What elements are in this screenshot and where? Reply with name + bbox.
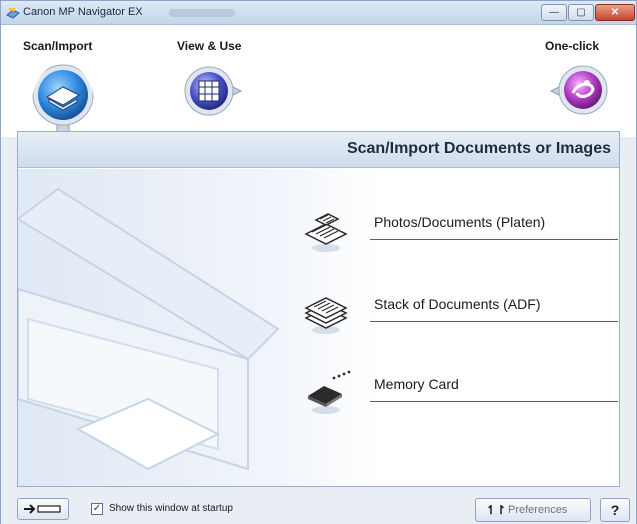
action-stack-of-documents-adf[interactable]: Stack of Documents (ADF) — [298, 284, 618, 334]
action-platen-label: Photos/Documents (Platen) — [374, 214, 546, 230]
title-bar[interactable]: Canon MP Navigator EX — ▢ ✕ — [1, 1, 636, 25]
action-photos-documents-platen[interactable]: Photos/Documents (Platen) — [298, 202, 618, 252]
one-click-icon[interactable] — [547, 63, 609, 117]
scanner-illustration — [18, 187, 280, 471]
adf-stack-icon — [304, 297, 348, 334]
platen-documents-icon — [304, 213, 348, 252]
close-button[interactable]: ✕ — [595, 4, 635, 21]
switch-mode-button[interactable] — [17, 498, 69, 520]
action-underline — [370, 321, 618, 322]
panel-title: Scan/Import Documents or Images — [346, 140, 611, 157]
status-bar: ✓ Show this window at startup ↿↾ Prefere… — [1, 491, 636, 524]
preferences-icon: ↿↾ — [486, 503, 507, 517]
minimize-button[interactable]: — — [541, 4, 567, 21]
mode-selector: Scan/Import View & Use One-click — [1, 25, 636, 154]
action-memory-card[interactable]: Memory Card — [298, 364, 618, 414]
help-button[interactable]: ? — [600, 498, 630, 522]
main-window: Canon MP Navigator EX — ▢ ✕ Scan/Import — [0, 0, 637, 524]
memory-card-icon — [308, 370, 351, 414]
maximize-button[interactable]: ▢ — [568, 4, 594, 21]
action-memory-card-label: Memory Card — [374, 376, 459, 392]
view-grid-icon[interactable] — [183, 65, 245, 117]
show-at-startup-label: Show this window at startup — [109, 503, 233, 514]
action-underline — [370, 401, 618, 402]
show-at-startup-checkbox[interactable]: ✓ — [91, 503, 103, 515]
mode-scan-import-label: Scan/Import — [23, 39, 93, 53]
mode-view-use-label: View & Use — [177, 39, 242, 53]
app-icon — [6, 8, 20, 19]
preferences-label: Preferences — [508, 504, 568, 516]
title-extra-redacted — [169, 9, 235, 17]
panel-header: Scan/Import Documents or Images — [18, 132, 619, 168]
preferences-button[interactable]: ↿↾ Preferences — [475, 498, 591, 522]
action-underline — [370, 239, 618, 240]
action-adf-label: Stack of Documents (ADF) — [374, 296, 541, 312]
mode-one-click-label: One-click — [545, 39, 600, 53]
window-title: Canon MP Navigator EX — [23, 6, 143, 18]
arrow-right-icon — [24, 504, 61, 514]
scan-import-panel: Scan/Import Documents or Images Photos/D… — [17, 131, 620, 487]
